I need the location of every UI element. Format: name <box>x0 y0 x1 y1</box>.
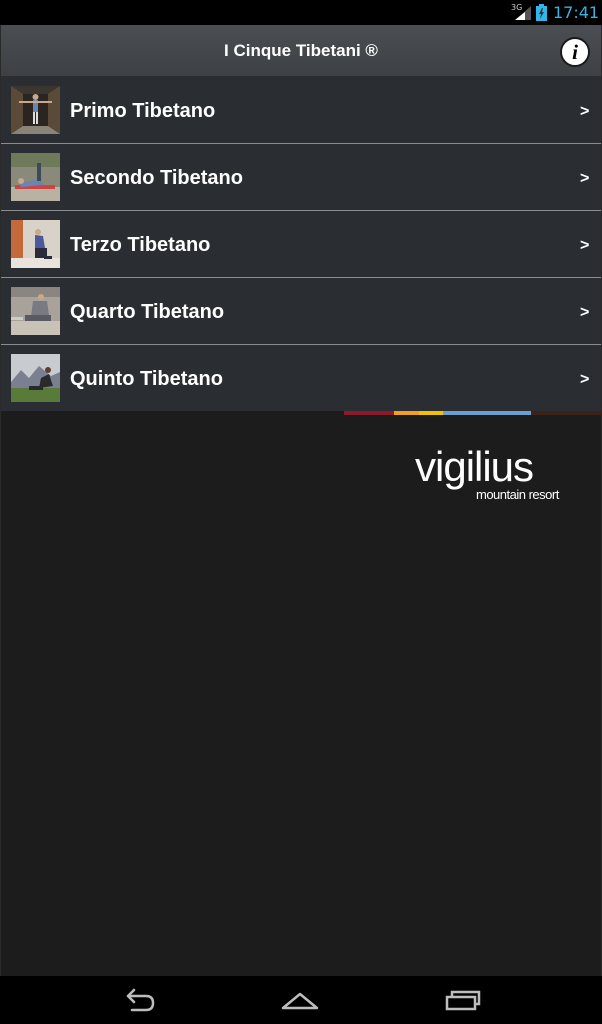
recents-icon <box>445 990 481 1011</box>
chevron-right-icon: > <box>580 170 590 187</box>
vigilius-logo: vigilius mountain resort <box>415 443 575 503</box>
home-button[interactable] <box>280 986 320 1014</box>
list-item-label: Quarto Tibetano <box>70 301 225 323</box>
brand-color-strip <box>344 411 602 415</box>
exercise-thumbnail <box>11 86 60 134</box>
clock: 17:41 <box>553 3 600 22</box>
list-item[interactable]: Primo Tibetano > <box>1 77 601 144</box>
back-button[interactable] <box>118 986 158 1014</box>
strip-segment <box>443 411 531 415</box>
chevron-right-icon: > <box>580 304 590 321</box>
exercise-thumbnail <box>11 354 60 402</box>
list-item-label: Secondo Tibetano <box>70 167 243 189</box>
list-item[interactable]: Quinto Tibetano > <box>1 345 601 411</box>
list-item-label: Quinto Tibetano <box>70 368 223 390</box>
back-icon <box>126 988 155 1012</box>
strip-segment <box>531 411 602 415</box>
recents-button[interactable] <box>443 986 483 1014</box>
logo-name: vigilius <box>415 443 534 490</box>
list-item[interactable]: Quarto Tibetano > <box>1 278 601 345</box>
app-window: I Cinque Tibetani ® i Primo Tibetano > S… <box>0 25 602 976</box>
list-item-label: Primo Tibetano <box>70 100 216 122</box>
info-button[interactable]: i <box>560 37 590 67</box>
status-bar: 3G 17:41 <box>0 0 602 25</box>
exercise-list: Primo Tibetano > Secondo Tibetano > Terz… <box>1 77 601 411</box>
home-icon <box>281 992 319 1010</box>
list-item[interactable]: Secondo Tibetano > <box>1 144 601 211</box>
signal-icon <box>515 6 531 20</box>
strip-segment <box>344 411 394 415</box>
chevron-right-icon: > <box>580 103 590 120</box>
logo-tagline: mountain resort <box>476 487 559 502</box>
exercise-thumbnail <box>11 287 60 335</box>
exercise-thumbnail <box>11 153 60 201</box>
signal-indicator: 3G <box>511 3 531 20</box>
strip-segment <box>394 411 419 415</box>
chevron-right-icon: > <box>580 237 590 254</box>
list-item[interactable]: Terzo Tibetano > <box>1 211 601 278</box>
strip-segment <box>419 411 443 415</box>
system-nav-bar <box>0 976 602 1024</box>
chevron-right-icon: > <box>580 371 590 388</box>
battery-icon <box>536 4 547 21</box>
info-icon: i <box>572 40 578 64</box>
app-title: I Cinque Tibetani ® <box>224 41 378 60</box>
action-bar: I Cinque Tibetani ® i <box>1 25 601 77</box>
exercise-thumbnail <box>11 220 60 268</box>
list-item-label: Terzo Tibetano <box>70 234 211 256</box>
